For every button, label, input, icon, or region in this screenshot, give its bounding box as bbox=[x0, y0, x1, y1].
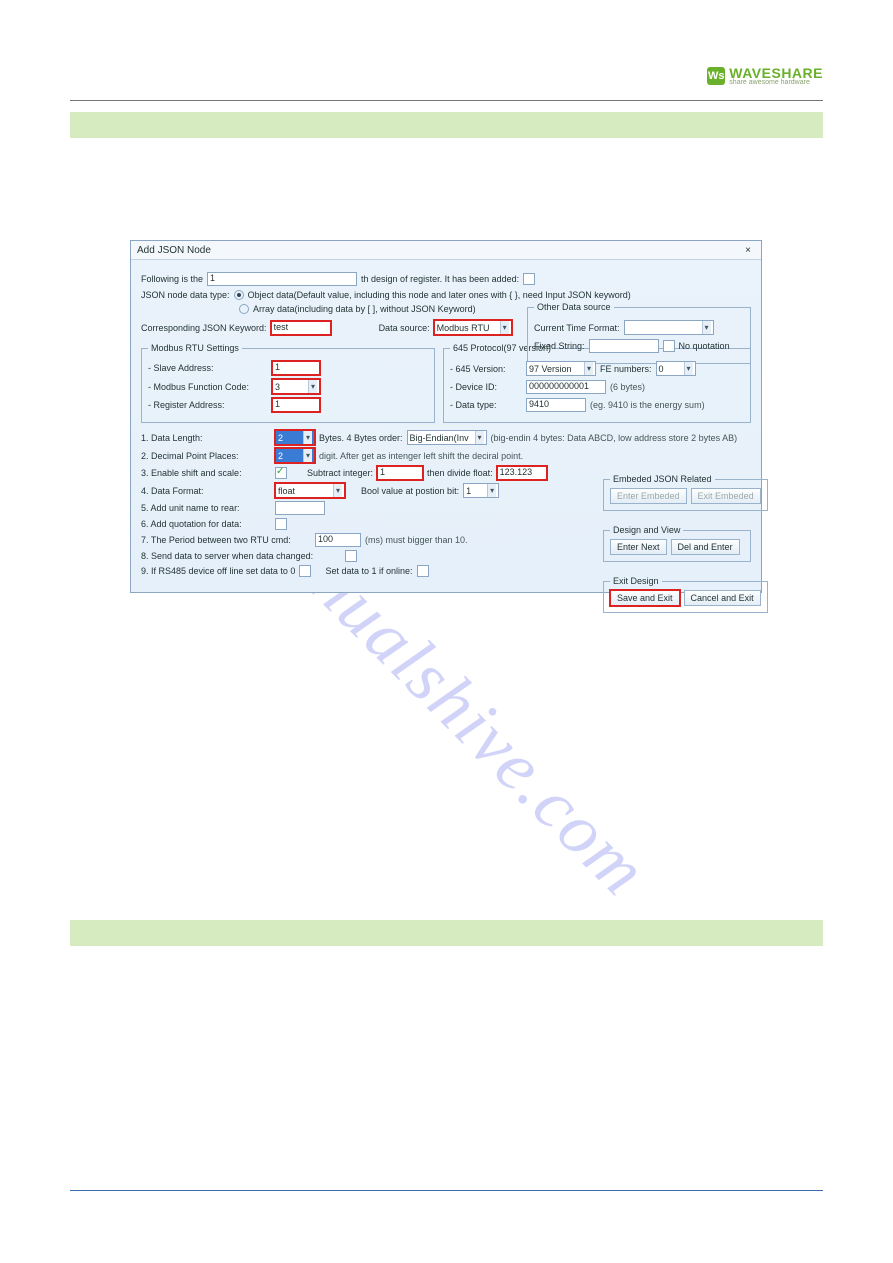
row2-label: 2. Decimal Point Places: bbox=[141, 451, 271, 461]
send-on-change-checkbox[interactable] bbox=[345, 550, 357, 562]
header-rule bbox=[70, 100, 823, 101]
corresponding-keyword-label: Corresponding JSON Keyword: bbox=[141, 323, 267, 333]
unit-name-input[interactable] bbox=[275, 501, 325, 515]
section-bar-bottom bbox=[70, 920, 823, 946]
design-view-legend: Design and View bbox=[610, 525, 683, 535]
row7-label: 7. The Period between two RTU cmd: bbox=[141, 535, 311, 545]
data-source-label: Data source: bbox=[379, 323, 430, 333]
p645-device-id-input[interactable]: 000000000001 bbox=[526, 380, 606, 394]
fixed-string-input[interactable] bbox=[589, 339, 659, 353]
register-address-input[interactable]: 1 bbox=[272, 398, 320, 412]
no-quotation-checkbox[interactable] bbox=[663, 340, 675, 352]
divide-float-input[interactable]: 123.123 bbox=[497, 466, 547, 480]
row4-label: 4. Data Format: bbox=[141, 486, 271, 496]
modbus-func-label: - Modbus Function Code: bbox=[148, 382, 268, 392]
online-one-checkbox[interactable] bbox=[417, 565, 429, 577]
section-bar-top bbox=[70, 112, 823, 138]
p645-device-id-label: - Device ID: bbox=[450, 382, 522, 392]
radio-array-data[interactable] bbox=[239, 304, 249, 314]
row3-label: 3. Enable shift and scale: bbox=[141, 468, 271, 478]
no-quotation-label: No quotation bbox=[679, 341, 730, 351]
row7-note: (ms) must bigger than 10. bbox=[365, 535, 468, 545]
fe-numbers-label: FE numbers: bbox=[600, 364, 652, 374]
exit-design-legend: Exit Design bbox=[610, 576, 662, 586]
radio-object-data[interactable] bbox=[234, 290, 244, 300]
following-label: Following is the bbox=[141, 274, 203, 284]
slave-address-input[interactable]: 1 bbox=[272, 361, 320, 375]
other-data-source-legend: Other Data source bbox=[534, 302, 614, 312]
offline-zero-checkbox[interactable] bbox=[299, 565, 311, 577]
save-and-exit-button[interactable]: Save and Exit bbox=[610, 590, 680, 606]
add-json-node-dialog: Add JSON Node × Following is the 1 th de… bbox=[130, 240, 762, 593]
row5-label: 5. Add unit name to rear: bbox=[141, 503, 271, 513]
decimal-places-select[interactable]: 2 bbox=[275, 448, 315, 463]
close-icon[interactable]: × bbox=[741, 245, 755, 256]
row2-note: digit. After get as intenger left shift … bbox=[319, 451, 523, 461]
exit-embeded-button[interactable]: Exit Embeded bbox=[691, 488, 761, 504]
p645-version-select[interactable]: 97 Version bbox=[526, 361, 596, 376]
current-time-format-label: Current Time Format: bbox=[534, 323, 620, 333]
p645-device-id-note: (6 bytes) bbox=[610, 382, 645, 392]
bool-pos-select[interactable]: 1 bbox=[463, 483, 499, 498]
add-quotation-checkbox[interactable] bbox=[275, 518, 287, 530]
logo-subtitle: share awesome hardware bbox=[729, 79, 823, 86]
register-address-label: - Register Address: bbox=[148, 400, 268, 410]
cancel-and-exit-button[interactable]: Cancel and Exit bbox=[684, 590, 761, 606]
bytes-order-select[interactable]: Big-Endian(Inv bbox=[407, 430, 487, 445]
row9-label: 9. If RS485 device off line set data to … bbox=[141, 566, 295, 576]
brand-logo: Ws WAVESHARE share awesome hardware bbox=[707, 65, 823, 86]
json-node-type-label: JSON node data type: bbox=[141, 290, 230, 300]
period-input[interactable]: 100 bbox=[315, 533, 361, 547]
p645-data-type-input[interactable]: 9410 bbox=[526, 398, 586, 412]
row6-label: 6. Add quotation for data: bbox=[141, 519, 271, 529]
subtract-integer-label: Subtract integer: bbox=[307, 468, 373, 478]
radio-object-label: Object data(Default value, including thi… bbox=[248, 290, 631, 300]
bool-pos-label: Bool value at postion bit: bbox=[361, 486, 459, 496]
fixed-string-label: Fixed String: bbox=[534, 341, 585, 351]
row1-after: Bytes. 4 Bytes order: bbox=[319, 433, 403, 443]
enter-next-button[interactable]: Enter Next bbox=[610, 539, 667, 555]
row8-label: 8. Send data to server when data changed… bbox=[141, 551, 341, 561]
data-source-select[interactable]: Modbus RTU bbox=[434, 320, 512, 335]
following-suffix: th design of register. It has been added… bbox=[361, 274, 519, 284]
corresponding-keyword-input[interactable]: test bbox=[271, 321, 331, 335]
has-been-added-checkbox[interactable] bbox=[523, 273, 535, 285]
p645-data-type-label: - Data type: bbox=[450, 400, 522, 410]
p645-version-label: - 645 Version: bbox=[450, 364, 522, 374]
enter-embeded-button[interactable]: Enter Embeded bbox=[610, 488, 687, 504]
logo-icon: Ws bbox=[707, 67, 725, 85]
fe-numbers-select[interactable]: 0 bbox=[656, 361, 696, 376]
row1-label: 1. Data Length: bbox=[141, 433, 271, 443]
del-and-enter-button[interactable]: Del and Enter bbox=[671, 539, 740, 555]
footer-rule bbox=[70, 1190, 823, 1191]
divide-float-label: then divide float: bbox=[427, 468, 493, 478]
data-length-select[interactable]: 2 bbox=[275, 430, 315, 445]
dialog-title: Add JSON Node bbox=[137, 245, 211, 256]
data-format-select[interactable]: float bbox=[275, 483, 345, 498]
slave-address-label: - Slave Address: bbox=[148, 363, 268, 373]
row9-mid: Set data to 1 if online: bbox=[325, 566, 412, 576]
design-index-input[interactable]: 1 bbox=[207, 272, 357, 286]
p645-data-type-note: (eg. 9410 is the energy sum) bbox=[590, 400, 705, 410]
modbus-rtu-legend: Modbus RTU Settings bbox=[148, 343, 242, 353]
row1-note: (big-endin 4 bytes: Data ABCD, low addre… bbox=[491, 433, 738, 443]
enable-shift-scale-checkbox[interactable] bbox=[275, 467, 287, 479]
modbus-func-select[interactable]: 3 bbox=[272, 379, 320, 394]
embeded-legend: Embeded JSON Related bbox=[610, 474, 715, 484]
radio-array-label: Array data(including data by [ ], withou… bbox=[253, 304, 476, 314]
subtract-integer-input[interactable]: 1 bbox=[377, 466, 423, 480]
current-time-format-select[interactable] bbox=[624, 320, 714, 335]
